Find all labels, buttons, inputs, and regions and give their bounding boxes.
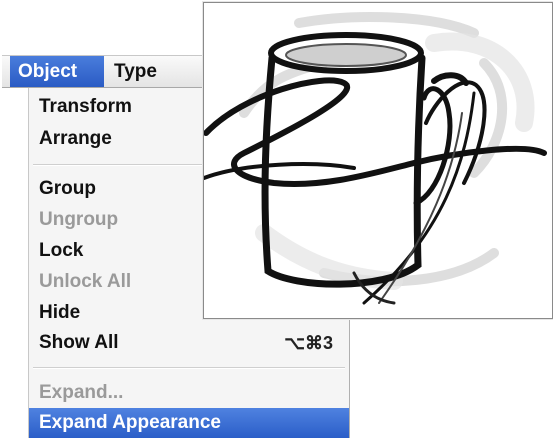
menu-type[interactable]: Type <box>106 56 186 87</box>
show-all-shortcut: ⌥⌘3 <box>284 333 333 353</box>
artwork-canvas <box>203 2 553 319</box>
menu-item-show-all-label: Show All <box>39 332 119 353</box>
menu-object[interactable]: Object <box>10 56 104 87</box>
menu-item-expand: Expand... <box>39 382 124 403</box>
coffee-cup-drawing-icon <box>204 12 547 305</box>
menu-item-show-all[interactable]: Show All ⌥⌘3 <box>29 328 349 358</box>
menu-separator <box>33 367 345 369</box>
menu-item-expand-appearance[interactable]: Expand Appearance <box>29 408 349 438</box>
